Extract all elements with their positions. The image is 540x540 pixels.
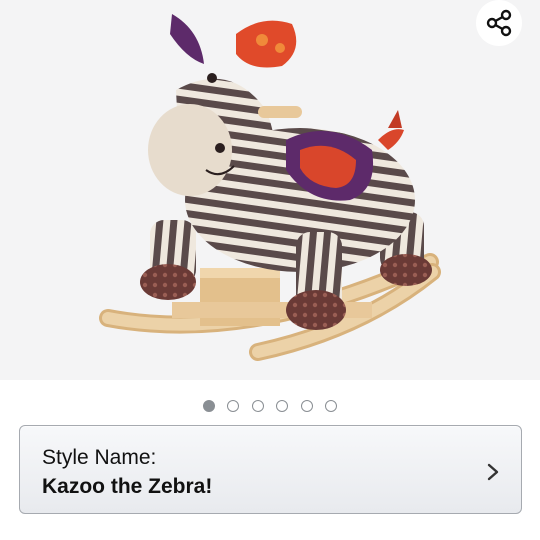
carousel-dot-2[interactable]	[227, 400, 239, 412]
carousel-dot-3[interactable]	[251, 400, 264, 412]
carousel-dot-4[interactable]	[276, 400, 288, 412]
carousel-dot-1[interactable]	[202, 400, 215, 412]
product-image[interactable]	[0, 0, 540, 380]
share-icon	[486, 9, 512, 37]
style-name-selector[interactable]: Style Name: Kazoo the Zebra!	[19, 425, 522, 514]
carousel-dot-5[interactable]	[300, 400, 313, 412]
share-button[interactable]	[476, 0, 522, 46]
style-name-label: Style Name:	[42, 446, 157, 469]
style-name-value: Kazoo the Zebra!	[42, 475, 213, 498]
zebra-rocking-horse-image	[99, 14, 441, 361]
carousel-dot-6[interactable]	[325, 400, 337, 412]
carousel-pagination	[0, 400, 540, 412]
chevron-right-icon	[487, 463, 499, 481]
